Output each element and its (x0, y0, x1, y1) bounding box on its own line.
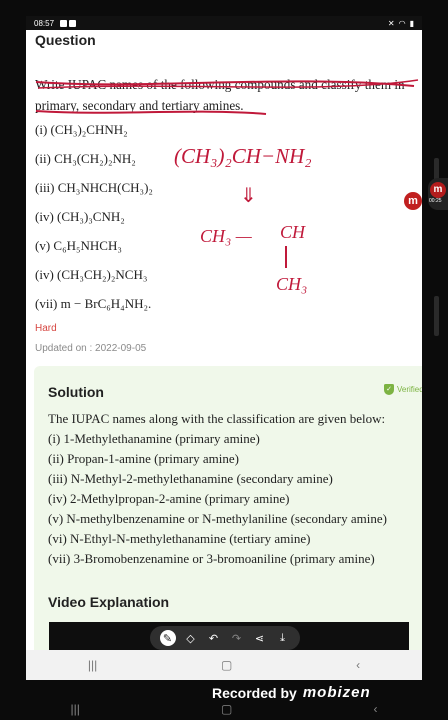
status-time: 08:57 (34, 18, 55, 28)
outer-nav-bar: ||| ▢ ‹ (0, 698, 448, 720)
solution-item: (vii) 3-Bromobenzenamine or 3-bromoanili… (48, 551, 375, 566)
solution-item: (i) 1-Methylethanamine (primary amine) (48, 431, 260, 446)
battery-icon: ▮ (409, 18, 414, 28)
side-panel-button[interactable] (434, 296, 439, 336)
handwritten-chain-ch: CH (280, 222, 306, 242)
back-icon[interactable]: ‹ (356, 658, 360, 672)
solution-item: (iii) N-Methyl-2-methylethanamine (secon… (48, 471, 333, 486)
recent-apps-icon[interactable]: ||| (88, 658, 97, 672)
recent-apps-icon[interactable]: ||| (71, 702, 80, 716)
difficulty-badge: Hard (35, 323, 57, 334)
solution-item: (iv) 2-Methylpropan-2-amine (primary ami… (48, 491, 290, 506)
handwritten-formula: (CH₃)₂CH−NH₂ (174, 144, 312, 168)
mute-icon: ✕ (387, 18, 395, 28)
mobizen-timer: 00:25 (429, 198, 442, 204)
mobizen-m-icon: m (430, 182, 446, 198)
status-bar: 08:57 ✕ ◠ ▮ (26, 16, 422, 30)
home-icon[interactable]: ▢ (221, 658, 232, 672)
solution-item: (v) N-methylbenzenamine or N-methylanili… (48, 511, 387, 526)
mobizen-logo-icon[interactable]: m (404, 192, 422, 210)
handwritten-chain-down: CH₃ (276, 274, 307, 294)
handwritten-chain-left: CH₃ — (200, 226, 253, 246)
mobizen-bubble[interactable]: m 00:25 (428, 178, 448, 210)
solution-item: (vi) N-Ethyl-N-methylethanamine (tertiar… (48, 531, 311, 546)
verified-badge: ✓ Verified (384, 384, 422, 395)
notification-icon (60, 19, 68, 27)
underline-stroke (35, 110, 267, 115)
updated-date: Updated on : 2022-09-05 (35, 343, 147, 354)
solution-heading: Solution (48, 384, 104, 400)
eraser-icon[interactable]: ◇ (183, 630, 199, 646)
video-heading: Video Explanation (48, 594, 170, 610)
page-content[interactable]: Question Write IUPAC names of the follow… (26, 30, 422, 650)
android-nav-bar: ||| ▢ ‹ (26, 650, 422, 680)
solution-card: Solution ✓ Verified The IUPAC names alon… (34, 366, 422, 650)
verified-label: Verified (397, 385, 422, 394)
redo-icon[interactable]: ↷ (229, 630, 245, 646)
share-icon[interactable]: ⋖ (252, 630, 268, 646)
solution-intro: The IUPAC names along with the classific… (48, 411, 386, 426)
drawing-toolbar: ✎ ◇ ↶ ↷ ⋖ ⤓ (150, 626, 300, 650)
undo-icon[interactable]: ↶ (206, 630, 222, 646)
solution-item: (ii) Propan-1-amine (primary amine) (48, 451, 239, 466)
save-icon[interactable]: ⤓ (275, 630, 291, 646)
wifi-icon: ◠ (398, 18, 406, 28)
handwritten-annotation: (CH₃)₂CH−NH₂ ⇓ CH₃ — CH CH₃ (35, 79, 419, 294)
back-icon[interactable]: ‹ (373, 702, 377, 716)
tablet-screen: 08:57 ✕ ◠ ▮ Question Write IUPAC names o… (26, 16, 422, 680)
home-icon[interactable]: ▢ (221, 702, 232, 716)
handwritten-arrow: ⇓ (240, 185, 257, 207)
notification-icon-2 (69, 19, 77, 27)
pen-icon[interactable]: ✎ (159, 630, 176, 646)
shield-check-icon: ✓ (384, 384, 394, 395)
